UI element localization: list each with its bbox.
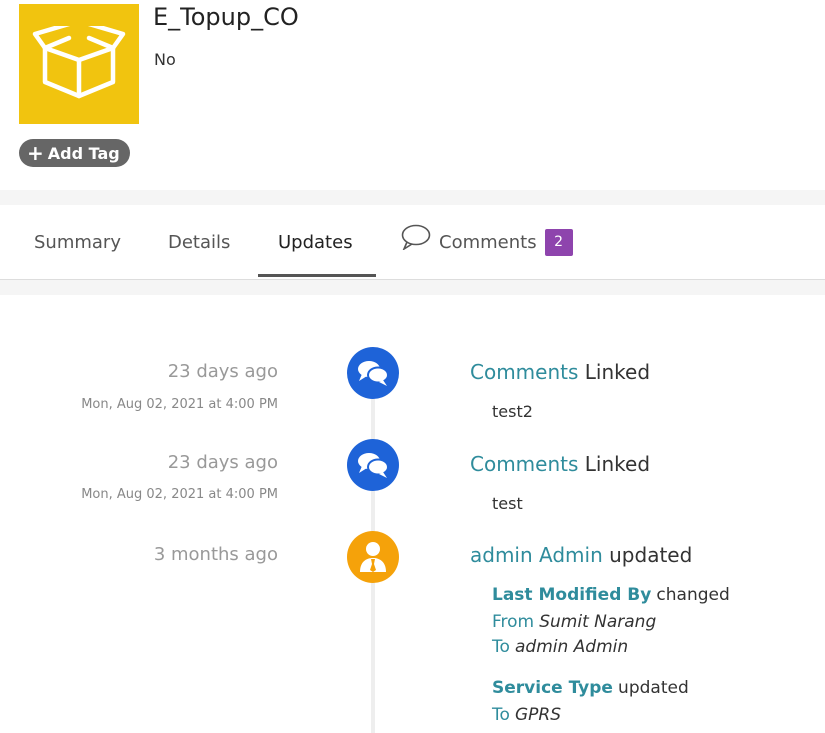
field-verb: changed (656, 585, 730, 605)
to-label: To (492, 637, 510, 657)
tab-updates[interactable]: Updates (278, 205, 353, 279)
record-subtitle: No (154, 50, 176, 69)
update-action: Linked (584, 360, 651, 384)
add-tag-button[interactable]: + Add Tag (19, 139, 130, 167)
chat-bubble-icon (401, 224, 431, 250)
relative-time: 23 days ago (167, 361, 278, 382)
comments-count-badge: 2 (544, 228, 573, 256)
field-name: Service Type (492, 678, 613, 698)
change-from-line: From Sumit Narang (492, 612, 656, 632)
tab-bar: Summary Details Updates Comments 2 (0, 205, 825, 280)
comments-icon (347, 439, 399, 491)
divider (0, 280, 825, 295)
add-tag-label: Add Tag (47, 143, 120, 163)
comments-link[interactable]: Comments (470, 360, 578, 384)
from-value: Sumit Narang (539, 612, 657, 632)
update-body: test (492, 494, 523, 513)
plus-icon: + (27, 141, 44, 165)
from-label: From (492, 612, 535, 632)
update-action: Linked (584, 452, 651, 476)
update-action: updated (609, 543, 693, 567)
tab-label: Comments (439, 231, 537, 253)
to-value: admin Admin (515, 637, 629, 657)
record-header: E_Topup_CO No + Add Tag (0, 0, 825, 190)
user-icon (347, 531, 399, 583)
tab-label: Summary (34, 231, 121, 253)
divider (0, 190, 825, 205)
comments-icon (347, 347, 399, 399)
record-title: E_Topup_CO (153, 3, 299, 31)
change-to-line: To admin Admin (492, 637, 628, 657)
absolute-time: Mon, Aug 02, 2021 at 4:00 PM (81, 397, 278, 412)
update-heading: Comments Linked (470, 452, 650, 476)
change-field-line: Last Modified By changed (492, 585, 730, 605)
active-tab-indicator (258, 274, 376, 277)
comments-link[interactable]: Comments (470, 452, 578, 476)
relative-time: 23 days ago (167, 452, 278, 473)
update-body: test2 (492, 402, 533, 421)
tab-label: Details (168, 231, 231, 253)
tab-comments[interactable]: Comments 2 (401, 205, 573, 279)
tab-summary[interactable]: Summary (34, 205, 121, 279)
change-field-line: Service Type updated (492, 678, 689, 698)
relative-time: 3 months ago (153, 544, 278, 565)
field-name: Last Modified By (492, 585, 652, 605)
tab-details[interactable]: Details (168, 205, 230, 279)
absolute-time: Mon, Aug 02, 2021 at 4:00 PM (81, 487, 278, 502)
update-heading: Comments Linked (470, 360, 650, 384)
field-verb: updated (618, 678, 689, 698)
box-icon (19, 4, 139, 124)
change-to-line: To GPRS (492, 705, 561, 725)
update-heading: admin Admin updated (470, 543, 692, 567)
user-link[interactable]: admin Admin (470, 543, 603, 567)
tab-label: Updates (278, 231, 353, 253)
to-label: To (492, 705, 510, 725)
to-value: GPRS (515, 705, 562, 725)
